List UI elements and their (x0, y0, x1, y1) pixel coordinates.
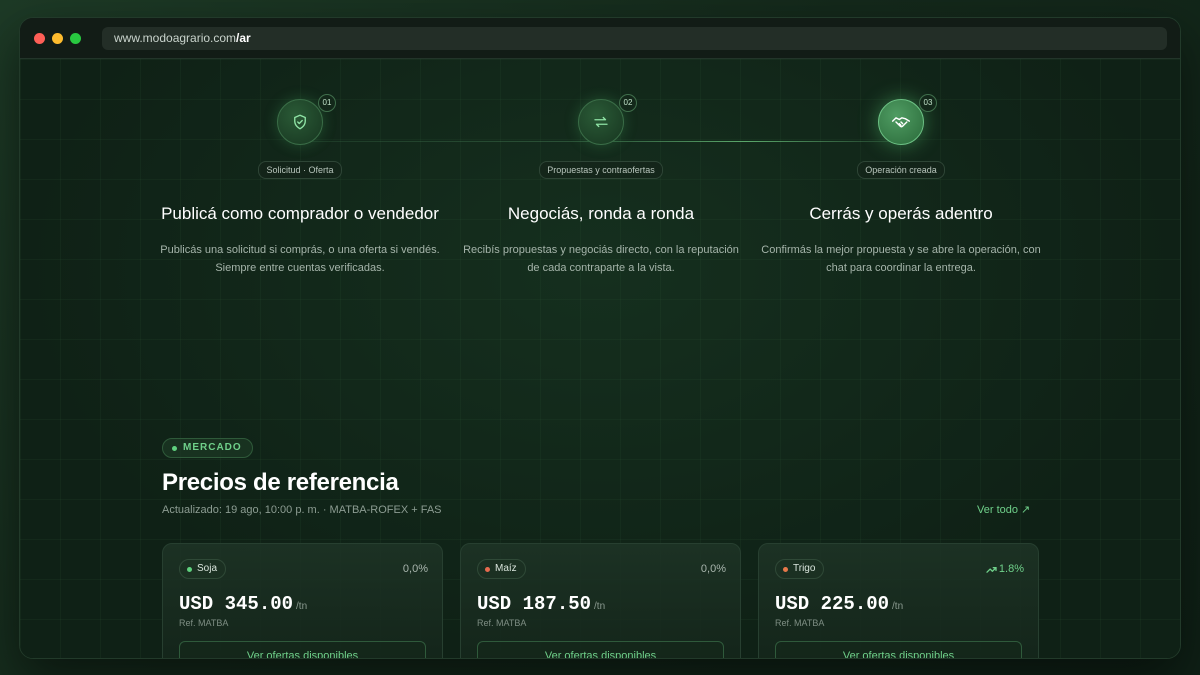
price-unit: /tn (594, 601, 606, 612)
step-1: 01 Solicitud · Oferta Publicá como compr… (150, 94, 450, 277)
minimize-window-button[interactable] (52, 32, 63, 44)
step-2-title: Negociás, ronda a ronda (507, 203, 695, 223)
page-title: Precios de referencia (162, 469, 399, 496)
step-3-badge: Operación creada (857, 161, 945, 179)
price-change-value: 1.8% (998, 563, 1024, 575)
title-bar: www.modoagrario.com/ar (20, 18, 1180, 59)
commodity-pill: Trigo (775, 559, 825, 579)
arrows-exchange-icon (594, 116, 608, 128)
commodity-name: Maíz (495, 563, 517, 574)
step-2-number: 02 (619, 94, 637, 112)
commodity-pill: Soja (179, 559, 227, 579)
step-3: 03 Operación creada Cerrás y operás aden… (751, 94, 1051, 277)
price-amount: USD 345.00 (179, 593, 294, 615)
step-3-description: Confirmás la mejor propuesta y se abre l… (761, 244, 1041, 274)
dot-icon (485, 567, 490, 572)
market-subtitle: Actualizado: 19 ago, 10:00 p. m. · MATBA… (162, 504, 442, 516)
url-domain: www.modoagrario.com (114, 31, 237, 45)
commodity-name: Trigo (793, 563, 816, 574)
commodity-name: Soja (197, 563, 218, 574)
view-offers-button[interactable]: Ver ofertas disponibles (775, 641, 1022, 658)
price-cards: Soja 0,0% USD 345.00/tn Ref. MATBA Ver o… (162, 543, 1039, 658)
step-2-circle: 02 (578, 94, 637, 145)
url-path: /ar (236, 31, 251, 45)
step-1-number: 01 (318, 94, 336, 112)
browser-window: www.modoagrario.com/ar 01 Solicitud · Of… (19, 17, 1181, 659)
price-amount: USD 225.00 (775, 593, 890, 615)
trend-up-icon (986, 566, 997, 573)
maximize-window-button[interactable] (70, 32, 81, 44)
price-reference: Ref. MATBA (477, 618, 527, 628)
step-2: 02 Propuestas y contraofertas Negociás, … (451, 94, 751, 277)
sprout-icon (187, 567, 192, 572)
handshake-icon (891, 117, 911, 128)
step-2-description: Recibís propuestas y negociás directo, c… (463, 244, 739, 274)
step-2-badge: Propuestas y contraofertas (539, 161, 663, 179)
price-amount: USD 187.50 (477, 593, 592, 615)
view-offers-button[interactable]: Ver ofertas disponibles (179, 641, 426, 658)
step-3-number: 03 (919, 94, 937, 112)
price-unit: /tn (892, 601, 904, 612)
address-bar[interactable]: www.modoagrario.com/ar (102, 27, 1167, 50)
step-3-title: Cerrás y operás adentro (809, 203, 993, 223)
price-card-maiz: Maíz 0,0% USD 187.50/tn Ref. MATBA Ver o… (460, 543, 741, 658)
price-value: USD 345.00/tn (179, 593, 426, 615)
price-change: 0,0% (402, 563, 428, 575)
commodity-pill: Maíz (477, 559, 526, 579)
step-1-circle: 01 (277, 94, 336, 145)
market-tag: MERCADO (162, 438, 253, 458)
price-value: USD 225.00/tn (775, 593, 1022, 615)
see-all-link[interactable]: Ver todo ↗ (977, 503, 1030, 516)
step-1-description: Publicás una solicitud si comprás, o una… (160, 244, 440, 274)
price-reference: Ref. MATBA (775, 618, 825, 628)
shield-check-icon (294, 114, 306, 130)
price-change: 0,0% (700, 563, 726, 575)
close-window-button[interactable] (34, 32, 45, 44)
price-unit: /tn (296, 601, 308, 612)
page-content: 01 Solicitud · Oferta Publicá como compr… (20, 59, 1180, 658)
view-offers-button[interactable]: Ver ofertas disponibles (477, 641, 724, 658)
step-3-circle: 03 (878, 94, 937, 145)
dot-icon (783, 567, 788, 572)
step-1-badge: Solicitud · Oferta (258, 161, 342, 179)
price-card-trigo: Trigo 1.8% USD 225.00/tn Ref. MATBA Ver … (758, 543, 1039, 658)
price-change: 1.8% (986, 563, 1024, 575)
price-card-soja: Soja 0,0% USD 345.00/tn Ref. MATBA Ver o… (162, 543, 443, 658)
price-reference: Ref. MATBA (179, 618, 229, 628)
price-value: USD 187.50/tn (477, 593, 724, 615)
step-1-title: Publicá como comprador o vendedor (161, 203, 439, 223)
